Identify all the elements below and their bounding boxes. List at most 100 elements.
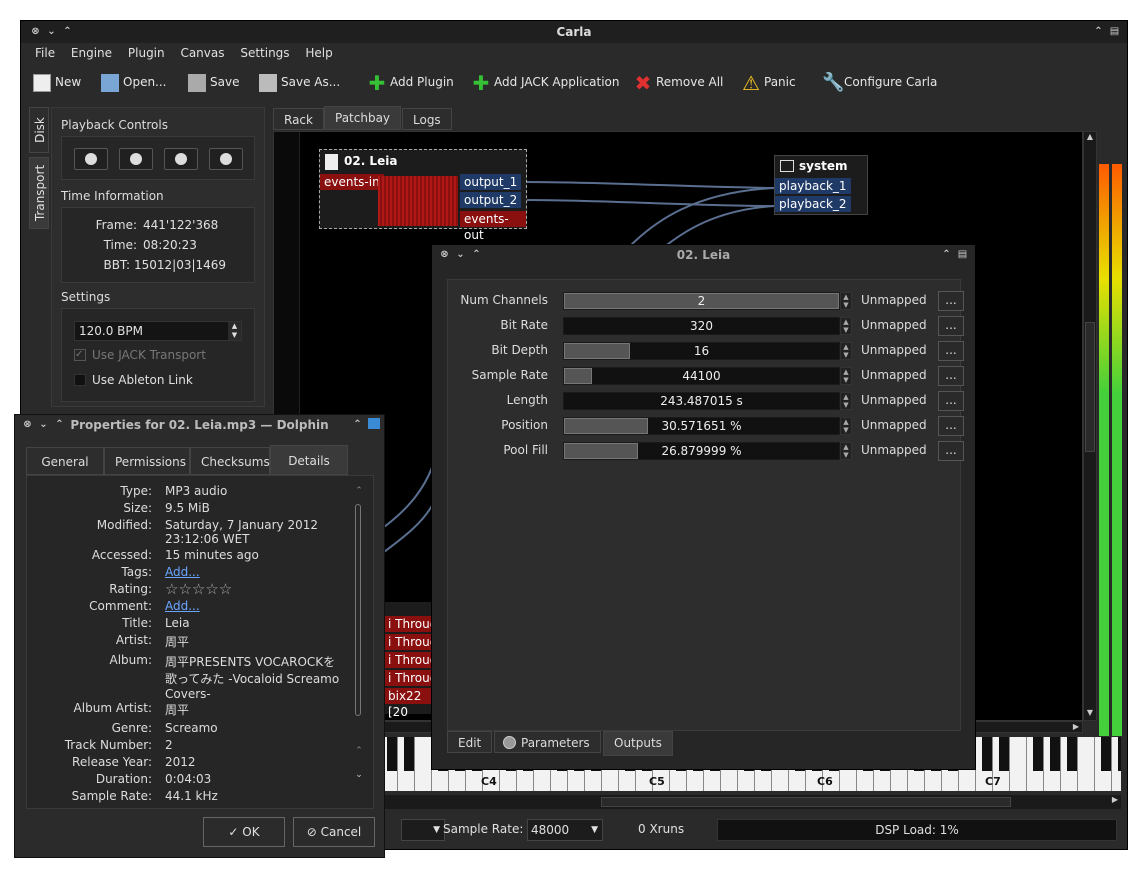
scroll-up-arrow[interactable]: ⌃ <box>352 486 366 498</box>
open-button[interactable]: Open... <box>101 65 167 99</box>
piano-scroll-right[interactable]: ▶ <box>1109 795 1121 804</box>
scroll-down-arrow[interactable]: ▼ <box>1084 708 1096 720</box>
param-spin-arrows[interactable]: ▲ ▼ <box>840 392 852 410</box>
param-slider[interactable]: 243.487015 s <box>563 392 840 410</box>
chevron-down-icon[interactable]: ⌄ <box>37 418 50 431</box>
tab-edit[interactable]: Edit <box>447 731 493 753</box>
chevron-up-icon[interactable]: ⌃ <box>53 418 66 431</box>
play-pause-button[interactable] <box>74 148 108 170</box>
cancel-button[interactable]: ⊘ Cancel <box>293 817 375 847</box>
ok-button[interactable]: ✓ OK <box>203 817 285 847</box>
port-events-in[interactable]: events-in <box>320 174 384 190</box>
sample-rate-combo[interactable]: 48000 ▼ <box>527 819 603 841</box>
menu-engine[interactable]: Engine <box>65 46 118 60</box>
param-slider[interactable]: 26.879999 % <box>563 442 840 460</box>
forward-button[interactable] <box>209 148 243 170</box>
tab-checksums[interactable]: Checksums <box>190 447 270 475</box>
param-more-button[interactable]: ... <box>938 291 964 311</box>
param-slider[interactable]: 44100 <box>563 367 840 385</box>
port-events-out[interactable]: events-out <box>460 211 526 242</box>
remove-all-button[interactable]: ✖ Remove All <box>634 65 724 99</box>
tab-logs[interactable]: Logs <box>402 108 452 130</box>
canvas-vscrollbar[interactable]: ▲ ▼ <box>1083 131 1097 721</box>
tab-patchbay[interactable]: Patchbay <box>324 106 402 130</box>
param-slider[interactable]: 16 <box>563 342 840 360</box>
param-more-button[interactable]: ... <box>938 416 964 436</box>
param-more-button[interactable]: ... <box>938 441 964 461</box>
bpm-spinbox[interactable]: 120.0 BPM ▲ ▼ <box>74 321 242 341</box>
chevron-down-icon[interactable]: ⌄ <box>454 248 467 261</box>
param-more-button[interactable]: ... <box>938 391 964 411</box>
chevron-up-icon[interactable]: ⌃ <box>61 25 74 38</box>
menu-settings[interactable]: Settings <box>234 46 295 60</box>
tab-rack[interactable]: Rack <box>273 108 324 130</box>
port-playback-1[interactable]: playback_1 <box>775 178 851 194</box>
port-playback-2[interactable]: playback_2 <box>775 196 851 212</box>
param-slider[interactable]: 30.571651 % <box>563 417 840 435</box>
save-as-button[interactable]: Save As... <box>259 65 340 99</box>
rewind-button[interactable] <box>164 148 198 170</box>
detail-add-link[interactable]: Add... <box>165 599 345 613</box>
port-output-2[interactable]: output_2 <box>460 192 522 208</box>
save-button[interactable]: Save <box>188 65 239 99</box>
dialog-title: Properties for 02. Leia.mp3 — Dolphin <box>70 418 329 432</box>
window-menu-icon[interactable]: ▤ <box>1108 25 1121 38</box>
scroll-thumb[interactable] <box>355 504 361 716</box>
menu-file[interactable]: File <box>29 46 61 60</box>
rating-stars[interactable]: ☆☆☆☆☆ <box>165 582 345 597</box>
configure-button[interactable]: 🔧Configure Carla <box>822 65 937 99</box>
bpm-spin-arrows[interactable]: ▲ ▼ <box>228 322 241 340</box>
scroll-up-arrow[interactable]: ▲ <box>1084 132 1096 144</box>
new-button[interactable]: New <box>33 65 81 99</box>
detail-label: Release Year: <box>72 755 152 769</box>
piano-hscrollbar[interactable]: ▶ <box>381 795 1121 809</box>
leia-node[interactable]: 02. Leia events-in output_1 output_2 eve… <box>319 149 527 242</box>
keep-above-icon[interactable]: ⌃ <box>1092 25 1105 38</box>
close-icon[interactable]: ⊗ <box>21 418 34 431</box>
param-more-button[interactable]: ... <box>938 366 964 386</box>
keep-above-icon[interactable]: ⌃ <box>351 418 364 431</box>
tab-general[interactable]: General <box>26 447 104 475</box>
side-tab-transport[interactable]: Transport <box>29 157 49 229</box>
tab-outputs[interactable]: Outputs <box>603 731 673 756</box>
keep-above-icon[interactable]: ⌃ <box>940 248 953 261</box>
add-plugin-button[interactable]: ✚ Add Plugin <box>368 65 454 99</box>
port-output-1[interactable]: output_1 <box>460 174 522 190</box>
tab-permissions[interactable]: Permissions <box>104 447 190 475</box>
add-jack-app-button[interactable]: ✚ Add JACK Application <box>472 65 620 99</box>
details-scrollbar[interactable]: ⌃ ⌃ ⌄ <box>352 486 366 796</box>
piano-scroll-thumb[interactable] <box>601 797 1011 807</box>
menu-plugin[interactable]: Plugin <box>122 46 171 60</box>
menu-help[interactable]: Help <box>299 46 338 60</box>
tab-details[interactable]: Details <box>270 445 348 475</box>
param-spin-arrows[interactable]: ▲ ▼ <box>840 342 852 360</box>
buffer-size-combo[interactable]: ▼ <box>401 819 445 841</box>
stop-button[interactable] <box>119 148 153 170</box>
param-slider[interactable]: 320 <box>563 317 840 335</box>
hscroll-right-arrow[interactable]: ▶ <box>1070 722 1082 731</box>
param-spin-arrows[interactable]: ▲ ▼ <box>840 367 852 385</box>
use-jack-transport-checkbox[interactable]: ✓ <box>74 349 86 361</box>
menu-canvas[interactable]: Canvas <box>174 46 230 60</box>
system-node[interactable]: system playback_1 playback_2 <box>774 155 868 215</box>
scroll-up-arrow-bottom[interactable]: ⌃ <box>352 746 366 756</box>
param-more-button[interactable]: ... <box>938 341 964 361</box>
param-more-button[interactable]: ... <box>938 316 964 336</box>
use-ableton-link-checkbox[interactable] <box>74 374 86 386</box>
detail-add-link[interactable]: Add... <box>165 565 345 579</box>
param-slider[interactable]: 2 <box>563 292 840 310</box>
tab-parameters[interactable]: Parameters <box>494 731 601 753</box>
chevron-down-icon[interactable]: ⌄ <box>45 25 58 38</box>
param-spin-arrows[interactable]: ▲ ▼ <box>840 317 852 335</box>
panic-button[interactable]: ⚠ Panic <box>742 65 796 99</box>
param-spin-arrows[interactable]: ▲ ▼ <box>840 442 852 460</box>
side-tab-disk[interactable]: Disk <box>29 107 49 153</box>
scroll-down-arrow[interactable]: ⌄ <box>352 770 366 780</box>
param-spin-arrows[interactable]: ▲ ▼ <box>840 292 852 310</box>
param-spin-arrows[interactable]: ▲ ▼ <box>840 417 852 435</box>
close-icon[interactable]: ⊗ <box>29 25 42 38</box>
scroll-thumb[interactable] <box>1085 322 1095 452</box>
close-icon[interactable]: ⊗ <box>438 248 451 261</box>
window-menu-icon[interactable]: ▤ <box>956 248 969 261</box>
chevron-up-icon[interactable]: ⌃ <box>470 248 483 261</box>
